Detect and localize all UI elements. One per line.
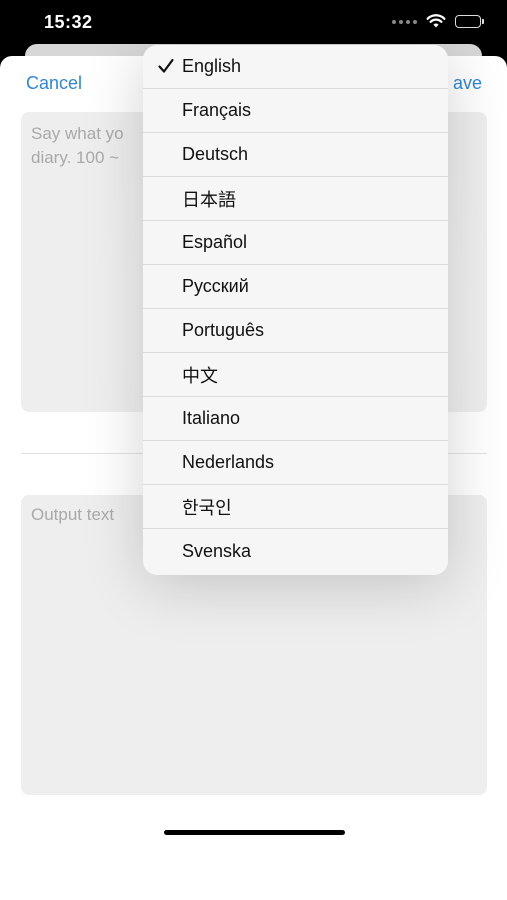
screen: 15:32 Cancel ave Say what yo diary. 100 …: [0, 0, 507, 900]
battery-icon: [455, 15, 484, 28]
signal-icon: [392, 19, 417, 24]
menu-item-label: Español: [182, 232, 248, 252]
menu-item-label: Deutsch: [182, 144, 249, 164]
menu-item-portugues[interactable]: Português: [143, 309, 448, 353]
menu-item-nederlands[interactable]: Nederlands: [143, 441, 448, 485]
menu-item-label: Русский: [182, 276, 249, 296]
menu-item-label: Svenska: [182, 540, 252, 561]
diary-input-placeholder: Say what yo diary. 100 ~: [31, 124, 124, 167]
checkmark-icon: [158, 58, 174, 73]
wifi-icon: [426, 14, 446, 28]
menu-item-italiano[interactable]: Italiano: [143, 397, 448, 441]
menu-item-korean[interactable]: 한국인: [143, 485, 448, 529]
menu-item-label: 日本語: [182, 189, 236, 210]
status-time: 15:32: [44, 12, 93, 32]
cancel-button[interactable]: Cancel: [26, 73, 82, 94]
output-placeholder: Output text: [31, 505, 115, 524]
status-icons: [392, 14, 484, 29]
language-menu: English Français Deutsch 日本語 Español Рус…: [143, 45, 448, 575]
menu-item-label: English: [182, 56, 242, 76]
menu-item-label: Français: [182, 100, 252, 120]
menu-item-svenska[interactable]: Svenska: [143, 529, 448, 573]
menu-item-francais[interactable]: Français: [143, 89, 448, 133]
menu-item-label: 中文: [182, 365, 218, 386]
menu-item-deutsch[interactable]: Deutsch: [143, 133, 448, 177]
menu-item-label: 한국인: [182, 497, 232, 518]
menu-item-japanese[interactable]: 日本語: [143, 177, 448, 221]
status-bar: 15:32: [0, 0, 507, 44]
menu-item-english[interactable]: English: [143, 45, 448, 89]
home-indicator[interactable]: [164, 830, 345, 835]
menu-item-chinese[interactable]: 中文: [143, 353, 448, 397]
menu-item-russian[interactable]: Русский: [143, 265, 448, 309]
save-button[interactable]: ave: [453, 73, 482, 94]
menu-item-label: Português: [182, 320, 265, 340]
menu-item-label: Nederlands: [182, 452, 275, 472]
menu-item-espanol[interactable]: Español: [143, 221, 448, 265]
menu-item-label: Italiano: [182, 408, 241, 428]
